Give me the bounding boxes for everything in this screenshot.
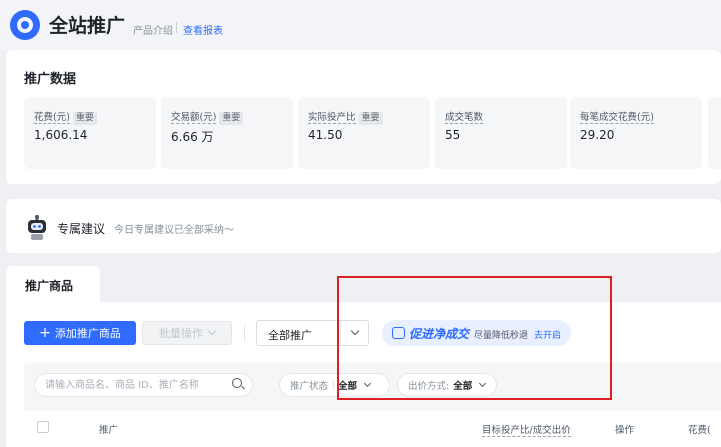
product-search-input[interactable] [34, 373, 253, 397]
bid-method-filter-chip[interactable]: 出价方式: 全部 [397, 373, 497, 397]
metric-label: 交易额(元) [171, 112, 217, 124]
column-header-promotion: 推广 [99, 425, 119, 436]
select-all-checkbox[interactable] [37, 421, 49, 433]
batch-action-label: 批量操作 [159, 327, 203, 340]
batch-action-button[interactable]: 批量操作 [142, 321, 232, 345]
column-header-actions: 操作 [615, 425, 635, 436]
metric-card-partial[interactable] [708, 97, 721, 169]
important-tag: 重要 [219, 112, 244, 125]
promo-subtitle: 尽量降低秒退 [474, 331, 529, 341]
advice-title: 专属建议 [57, 222, 106, 236]
add-product-label: 添加推广商品 [54, 327, 121, 340]
chevron-down-icon [363, 379, 372, 387]
tab-bar [6, 266, 721, 302]
promo-title: 促进净成交 [409, 327, 470, 341]
chevron-down-icon [207, 326, 217, 336]
metric-value: 6.66 万 [171, 130, 214, 144]
important-tag: 重要 [72, 112, 97, 125]
tab-label: 推广商品 [25, 279, 74, 293]
net-deal-promo[interactable]: 促进净成交 尽量降低秒退 去开启 [382, 320, 571, 346]
plus-icon: + [39, 325, 51, 341]
column-header-target-roi: 目标投产比/成交出价 [482, 422, 571, 437]
scope-select[interactable]: 全部推广 [256, 320, 369, 346]
filter-value: 全部 [453, 381, 473, 392]
metric-label: 每笔成交花费(元) [580, 112, 654, 124]
page-title: 全站推广 [49, 15, 126, 37]
metric-value: 55 [445, 128, 461, 142]
add-product-button[interactable]: + 添加推广商品 [24, 321, 136, 345]
promotion-data-title: 推广数据 [24, 72, 77, 87]
column-header-spend: 花费( [688, 425, 711, 436]
metric-card-roi[interactable]: 实际投产比 重要 41.50 [298, 97, 430, 169]
metric-value: 29.20 [580, 128, 615, 142]
metric-label: 成交笔数 [445, 112, 484, 124]
top-header: 全站推广 产品介绍 查看报表 [0, 0, 721, 50]
metric-label: 实际投产比 [308, 112, 356, 124]
advice-text: 今日专属建议已全部采纳～ [114, 225, 234, 236]
chip-divider [333, 380, 335, 390]
metric-card-spend[interactable]: 花费(元) 重要 1,606.14 [24, 97, 156, 169]
chevron-down-icon [350, 326, 360, 336]
metric-value: 41.50 [308, 128, 343, 142]
view-report-link[interactable]: 查看报表 [183, 22, 223, 37]
robot-icon [28, 215, 46, 240]
chevron-down-icon [479, 379, 487, 387]
refresh-icon [392, 327, 405, 339]
metric-card-cost-per-order[interactable]: 每笔成交花费(元) 29.20 [570, 97, 702, 169]
product-intro-link[interactable]: 产品介绍 [133, 22, 173, 37]
metric-card-gmv[interactable]: 交易额(元) 重要 6.66 万 [161, 97, 293, 169]
metric-value: 1,606.14 [34, 128, 88, 142]
promo-enable-link[interactable]: 去开启 [534, 328, 561, 341]
filter-key: 出价方式: [408, 381, 450, 392]
metric-card-orders[interactable]: 成交笔数 55 [435, 97, 567, 169]
metric-label: 花费(元) [34, 112, 70, 124]
header-divider [176, 22, 177, 33]
search-icon[interactable] [232, 378, 242, 388]
select-divider [340, 321, 341, 345]
status-filter-chip[interactable]: 推广状态 全部 [279, 373, 390, 397]
toolbar-divider [244, 324, 245, 342]
app-logo-icon [10, 10, 40, 40]
important-tag: 重要 [358, 112, 383, 125]
filter-value: 全部 [338, 381, 358, 392]
filter-key: 推广状态 [290, 381, 329, 392]
scope-select-value: 全部推广 [268, 329, 312, 342]
